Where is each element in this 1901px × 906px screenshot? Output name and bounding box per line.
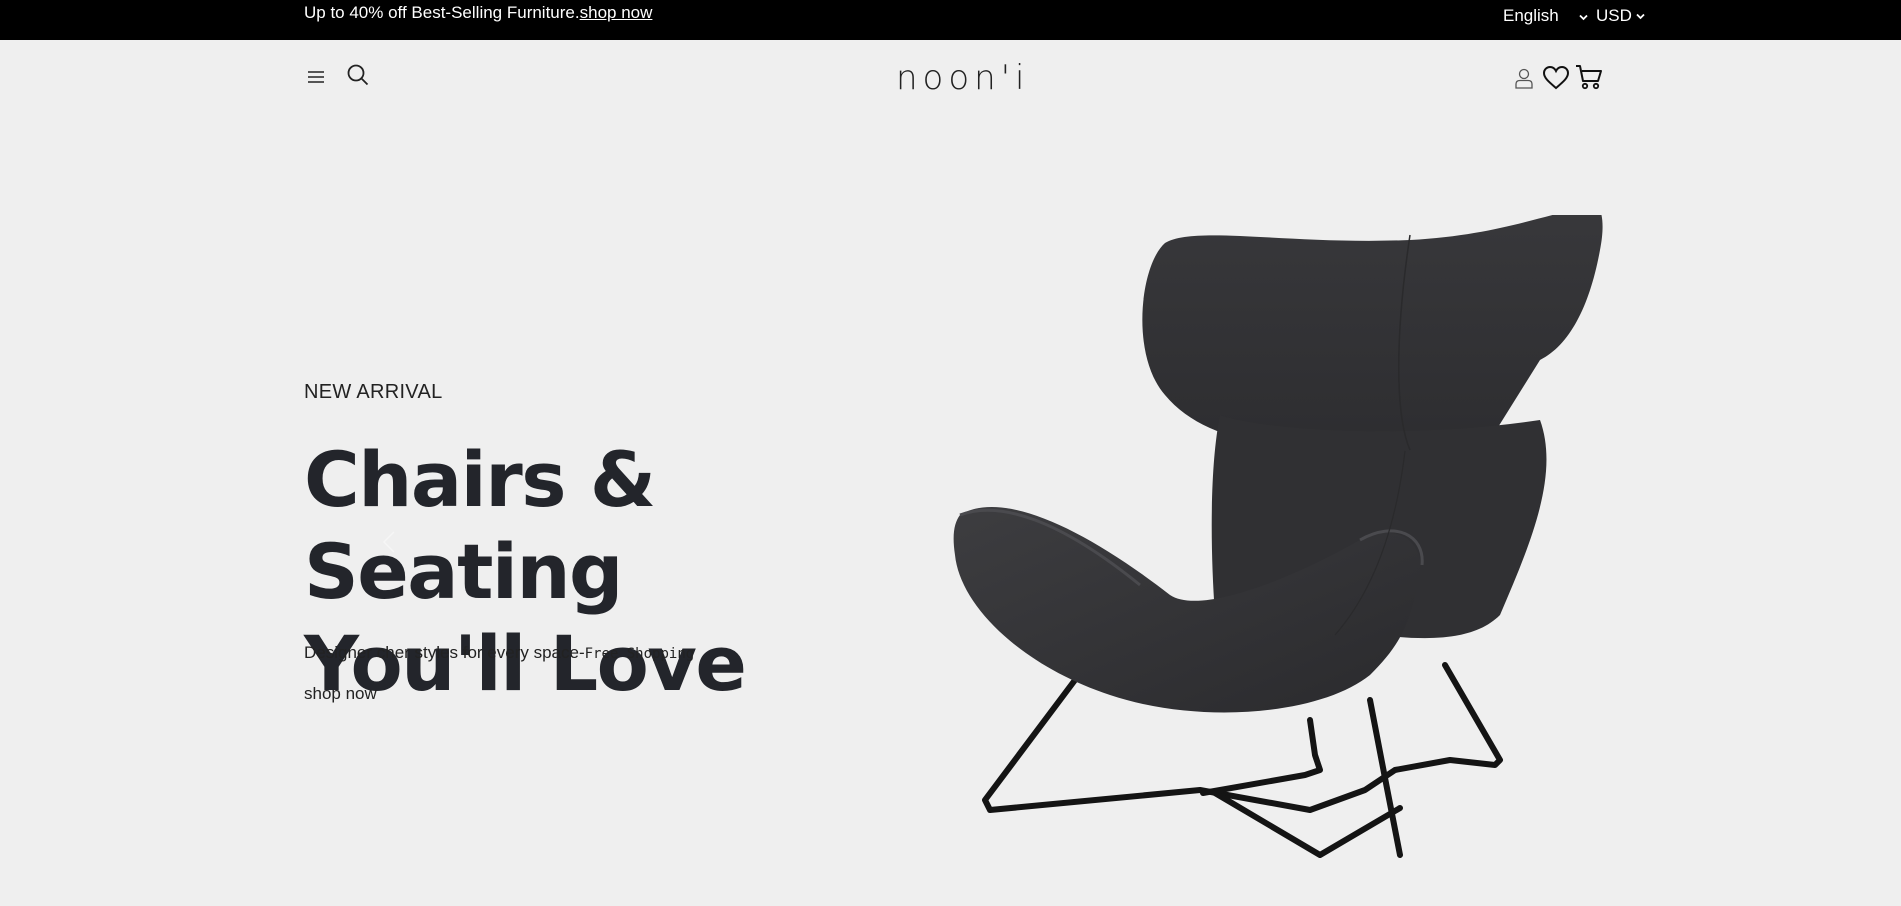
currency-label: USD	[1596, 6, 1632, 25]
site-logo[interactable]: noon'i	[896, 61, 1030, 95]
hero-description: Designer cher styles for every space-Fre…	[304, 643, 694, 664]
hero-headline-line-1: Chairs & Seating	[304, 435, 656, 616]
promo-text: Up to 40% off Best-Selling Furniture.	[304, 3, 580, 22]
hero-headline-line-2: You'll Love	[304, 619, 747, 708]
site-header: noon'i	[0, 40, 1901, 112]
hero-description-text: Designer cher styles for every space-	[304, 643, 585, 662]
chevron-down-icon	[1635, 6, 1646, 26]
hamburger-menu-icon[interactable]	[304, 65, 328, 89]
hero-description-free-shipping: Free Shopping	[584, 646, 695, 662]
promo-shop-now-link[interactable]: shop now	[580, 3, 653, 22]
hero-chair-image	[940, 205, 1615, 865]
language-label: English	[1503, 6, 1559, 25]
cart-icon[interactable]	[1574, 62, 1604, 92]
carousel-prev-arrow-icon[interactable]	[380, 530, 400, 559]
promo-banner: Up to 40% off Best-Selling Furniture.sho…	[304, 3, 652, 23]
user-icon[interactable]	[1512, 66, 1536, 90]
search-icon[interactable]	[344, 61, 372, 89]
chevron-down-icon[interactable]	[1578, 9, 1589, 27]
currency-selector[interactable]: USD	[1596, 6, 1646, 26]
heart-icon[interactable]	[1541, 63, 1571, 91]
language-selector[interactable]: English	[1503, 6, 1559, 26]
hero-headline: Chairs & Seating You'll Love	[304, 434, 944, 710]
hero-eyebrow: NEW ARRIVAL	[304, 381, 443, 403]
hero-shop-now-link[interactable]: shop now	[304, 684, 377, 704]
announcement-bar: Up to 40% off Best-Selling Furniture.sho…	[0, 0, 1901, 40]
